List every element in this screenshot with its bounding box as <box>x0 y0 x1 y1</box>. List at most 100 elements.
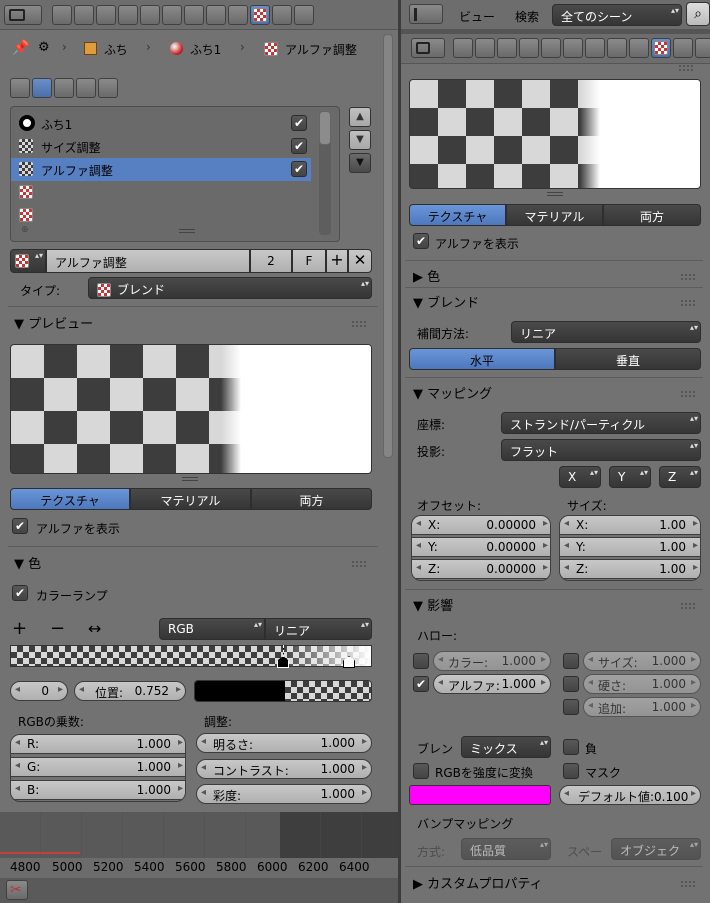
influence-size-checkbox[interactable] <box>563 653 579 669</box>
bump-space-select[interactable]: オブジェク <box>611 838 701 860</box>
object-tab-icon[interactable] <box>541 38 561 58</box>
world-tab-icon[interactable] <box>118 5 138 25</box>
show-alpha-checkbox[interactable]: ✔ <box>413 233 429 249</box>
drag-grip-icon[interactable] <box>679 65 693 71</box>
timeline-ruler[interactable]: 4800 5000 5200 5400 5600 5800 6000 6200 … <box>0 852 398 878</box>
preview-section-header[interactable]: ▼ プレビュー <box>14 313 372 339</box>
particle-texture-context-icon[interactable] <box>54 78 74 98</box>
preview-tab-texture[interactable]: テクスチャ <box>10 488 130 510</box>
preview-resize-grip-icon[interactable] <box>182 477 198 481</box>
list-item[interactable]: サイズ調整 ✔ <box>11 135 311 158</box>
fake-user-button[interactable]: F <box>292 249 326 273</box>
influence-hardness-field[interactable]: 硬さ:1.000 <box>583 674 701 694</box>
size-z-field[interactable]: Z:1.00 <box>560 559 700 579</box>
list-grip-icon[interactable] <box>179 229 195 233</box>
list-item[interactable] <box>11 181 311 204</box>
slot-enabled-checkbox[interactable]: ✔ <box>291 161 307 177</box>
scene-tab-icon[interactable] <box>497 38 517 58</box>
contrast-field[interactable]: コントラスト:1.000 <box>196 759 372 779</box>
editor-type-menu[interactable] <box>409 4 443 24</box>
offset-x-field[interactable]: X:0.00000 <box>412 516 550 535</box>
blend-progression-select[interactable]: リニア <box>511 321 701 343</box>
influence-add-checkbox[interactable] <box>563 699 579 715</box>
saturation-field[interactable]: 彩度:1.000 <box>196 784 372 804</box>
show-alpha-checkbox[interactable]: ✔ <box>12 518 28 534</box>
move-up-icon[interactable]: ▲ <box>349 107 371 127</box>
r-field[interactable]: R:1.000 <box>11 735 185 754</box>
brightness-field[interactable]: 明るさ:1.000 <box>196 733 372 753</box>
render-tab-icon[interactable] <box>52 5 72 25</box>
material-tab-icon[interactable] <box>228 5 248 25</box>
preview-tab-texture[interactable]: テクスチャ <box>409 204 506 226</box>
mapping-z-select[interactable]: Z <box>659 466 701 488</box>
mapping-y-select[interactable]: Y <box>609 466 651 488</box>
scene-display-select[interactable]: 全てのシーン <box>552 4 682 26</box>
color-section-header[interactable]: ▶ 色 <box>413 266 701 292</box>
blend-horizontal-button[interactable]: 水平 <box>409 348 555 370</box>
physics-tab-icon[interactable] <box>294 5 314 25</box>
properties-scrollbar[interactable] <box>383 34 393 804</box>
texture-type-select[interactable]: ブレンド <box>88 277 372 299</box>
influence-color-checkbox[interactable] <box>413 653 429 669</box>
mapping-section-header[interactable]: ▼ マッピング <box>413 383 701 409</box>
other-texture-context-icon[interactable] <box>98 78 118 98</box>
list-scrollbar[interactable] <box>319 111 331 235</box>
influence-alpha-field[interactable]: アルファ:1.000 <box>433 674 551 694</box>
influence-hardness-checkbox[interactable] <box>563 676 579 692</box>
influence-size-field[interactable]: サイズ:1.000 <box>583 651 701 671</box>
ramp-color-mode-select[interactable]: RGB <box>159 618 265 640</box>
new-texture-plus-icon[interactable]: + <box>326 249 348 273</box>
slot-enabled-checkbox[interactable]: ✔ <box>291 115 307 131</box>
properties-scroll-thumb[interactable] <box>383 34 393 458</box>
modifiers-tab-icon[interactable] <box>184 5 204 25</box>
influence-alpha-checkbox[interactable]: ✔ <box>413 676 429 692</box>
negative-checkbox[interactable] <box>563 739 579 755</box>
modifiers-tab-icon[interactable] <box>585 38 605 58</box>
material-texture-context-icon[interactable] <box>32 78 52 98</box>
remove-stop-minus-icon[interactable]: − <box>50 618 65 639</box>
brush-texture-context-icon[interactable] <box>76 78 96 98</box>
mapping-x-select[interactable]: X <box>559 466 601 488</box>
editor-type-menu[interactable] <box>4 5 42 25</box>
object-tab-icon[interactable] <box>140 5 160 25</box>
custom-properties-section-header[interactable]: ▶ カスタムプロパティ <box>413 873 701 899</box>
color-ramp-checkbox[interactable]: ✔ <box>12 585 28 601</box>
blend-color-swatch[interactable] <box>409 785 551 805</box>
specials-menu-icon[interactable]: ▼ <box>349 153 371 173</box>
editor-type-menu[interactable] <box>411 38 445 58</box>
constraints-tab-icon[interactable] <box>563 38 583 58</box>
preview-resize-grip-icon[interactable] <box>547 192 563 196</box>
constraints-tab-icon[interactable] <box>162 5 182 25</box>
material-tab-icon[interactable] <box>629 38 649 58</box>
browse-texture-button[interactable]: ▴▾ <box>10 249 46 273</box>
stencil-mask-checkbox[interactable] <box>563 763 579 779</box>
blend-vertical-button[interactable]: 垂直 <box>555 348 701 370</box>
view-menu[interactable]: ビュー <box>459 8 495 25</box>
g-field[interactable]: G:1.000 <box>11 757 185 777</box>
drag-grip-icon[interactable] <box>681 274 695 280</box>
list-resize-icon[interactable]: ⊕ <box>21 225 29 235</box>
texture-tab-icon[interactable] <box>250 5 270 25</box>
move-down-icon[interactable]: ▼ <box>349 130 371 150</box>
add-stop-plus-icon[interactable]: + <box>12 618 27 639</box>
search-magnifier-icon[interactable]: ⌕ <box>686 2 710 26</box>
rgb-to-intensity-checkbox[interactable] <box>413 763 429 779</box>
offset-z-field[interactable]: Z:0.00000 <box>412 559 550 579</box>
world-tab-icon[interactable] <box>519 38 539 58</box>
render-tab-icon[interactable] <box>453 38 473 58</box>
ramp-stop-index-field[interactable]: 0 <box>10 681 68 701</box>
drag-grip-icon[interactable] <box>681 603 695 609</box>
influence-add-field[interactable]: 追加:1.000 <box>583 697 701 717</box>
influence-section-header[interactable]: ▼ 影響 <box>413 595 701 621</box>
unlink-x-icon[interactable]: ✕ <box>348 249 372 273</box>
ramp-stop-color-swatch[interactable] <box>194 680 372 702</box>
ramp-interpolation-select[interactable]: リニア <box>265 618 372 640</box>
list-scroll-thumb[interactable] <box>319 111 331 145</box>
blend-type-select[interactable]: ミックス <box>461 736 551 758</box>
offset-y-field[interactable]: Y:0.00000 <box>412 537 550 557</box>
projection-select[interactable]: フラット <box>501 439 701 461</box>
texture-name-field[interactable]: アルファ調整 <box>46 249 250 273</box>
user-count-button[interactable]: 2 <box>250 249 292 273</box>
preview-tab-material[interactable]: マテリアル <box>130 488 251 510</box>
preview-tab-both[interactable]: 両方 <box>603 204 701 226</box>
